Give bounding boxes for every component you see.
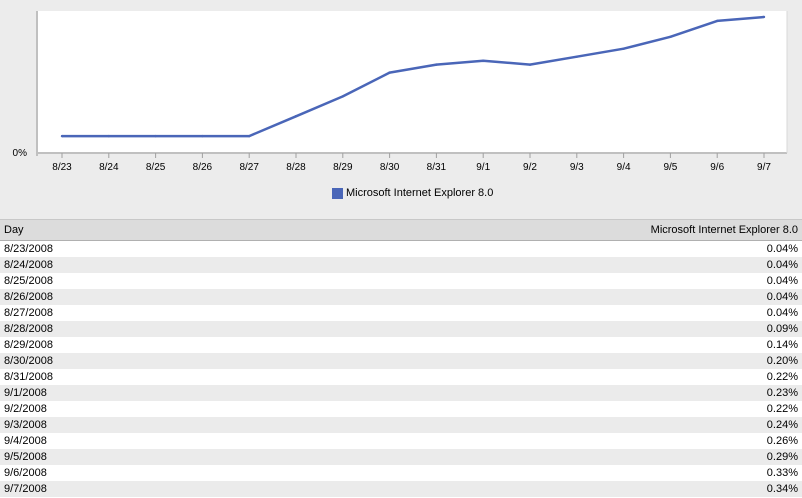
table-cell-value: 0.22%: [401, 401, 802, 417]
table-cell-day: 8/24/2008: [0, 257, 401, 273]
x-tick-label: 9/6: [710, 162, 724, 173]
data-point: [762, 15, 766, 19]
data-point: [60, 134, 64, 138]
data-point: [201, 134, 204, 138]
table-row: 9/3/2008 0.24%: [0, 417, 802, 433]
table-cell-day: 9/4/2008: [0, 433, 401, 449]
table-cell-day: 8/27/2008: [0, 305, 401, 321]
data-point: [669, 35, 672, 39]
table-cell-day: 8/31/2008: [0, 369, 401, 385]
table-row: 8/27/2008 0.04%: [0, 305, 802, 321]
table-cell-day: 9/1/2008: [0, 385, 401, 401]
table-cell-day: 9/7/2008: [0, 481, 401, 497]
table-cell-day: 8/23/2008: [0, 240, 401, 257]
data-point: [528, 63, 532, 66]
legend-swatch: [332, 187, 343, 199]
table-row: 9/7/2008 0.34%: [0, 481, 802, 497]
table-cell-day: 8/28/2008: [0, 321, 401, 337]
x-tick-label: 8/29: [333, 162, 353, 173]
x-tick-label: 8/28: [286, 162, 306, 173]
x-tick-label: 8/23: [52, 162, 72, 173]
plot-area: [37, 11, 787, 152]
table-cell-value: 0.33%: [401, 465, 802, 481]
data-point: [575, 55, 578, 58]
table-cell-value: 0.04%: [401, 305, 802, 321]
table-cell-day: 8/29/2008: [0, 337, 401, 353]
table-row: 8/26/2008 0.04%: [0, 289, 802, 305]
table-cell-value: 0.04%: [401, 273, 802, 289]
table-row: 8/30/2008 0.20%: [0, 353, 802, 369]
table-cell-day: 8/30/2008: [0, 353, 401, 369]
data-point: [482, 59, 485, 62]
x-tick-label: 9/7: [757, 162, 771, 173]
x-tick-label: 9/2: [523, 162, 537, 173]
x-tick-label: 9/4: [617, 162, 631, 173]
data-table: Day Microsoft Internet Explorer 8.0 8/23…: [0, 220, 802, 497]
table-cell-value: 0.24%: [401, 417, 802, 433]
table-row: 8/29/2008 0.14%: [0, 337, 802, 353]
table-row: 8/23/2008 0.04%: [0, 240, 802, 257]
table-cell-value: 0.22%: [401, 369, 802, 385]
x-tick-label: 9/5: [663, 162, 677, 173]
table-cell-value: 0.26%: [401, 433, 802, 449]
table-row: 8/25/2008 0.04%: [0, 273, 802, 289]
table-row: 8/31/2008 0.22%: [0, 369, 802, 385]
x-tick-label: 8/24: [99, 162, 119, 173]
table-cell-day: 9/2/2008: [0, 401, 401, 417]
table-row: 9/4/2008 0.26%: [0, 433, 802, 449]
table-row: 9/2/2008 0.22%: [0, 401, 802, 417]
x-tick-label: 8/27: [239, 162, 259, 173]
data-point: [341, 95, 344, 98]
table-cell-day: 8/26/2008: [0, 289, 401, 305]
table-row: 9/5/2008 0.29%: [0, 449, 802, 465]
data-point: [716, 19, 719, 23]
x-tick-label: 9/1: [476, 162, 490, 173]
table-row: 9/1/2008 0.23%: [0, 385, 802, 401]
data-point: [622, 47, 625, 50]
table-cell-day: 9/6/2008: [0, 465, 401, 481]
column-header-day[interactable]: Day: [0, 220, 401, 241]
data-point: [154, 134, 157, 138]
data-point: [248, 134, 251, 138]
table-cell-value: 0.09%: [401, 321, 802, 337]
table-cell-value: 0.04%: [401, 240, 802, 257]
data-point: [435, 63, 438, 66]
legend-label: Microsoft Internet Explorer 8.0: [346, 187, 494, 199]
data-point: [107, 134, 111, 138]
chart-panel: 0% 8/23 8/24 8/25 8/26 8/27 8/28 8/29 8/30 8/31 9/…: [0, 0, 802, 220]
table-cell-value: 0.14%: [401, 337, 802, 353]
table-cell-value: 0.20%: [401, 353, 802, 369]
x-tick-label: 8/30: [380, 162, 400, 173]
x-tick-label: 8/31: [427, 162, 447, 173]
table-cell-day: 9/5/2008: [0, 449, 401, 465]
data-point: [294, 115, 298, 118]
table-cell-value: 0.04%: [401, 257, 802, 273]
column-header-value[interactable]: Microsoft Internet Explorer 8.0: [401, 220, 802, 241]
y-tick-label: 0%: [13, 148, 28, 159]
data-point: [388, 71, 391, 74]
table-header-row: Day Microsoft Internet Explorer 8.0: [0, 220, 802, 241]
x-tick-label: 9/3: [570, 162, 584, 173]
x-tick-label: 8/25: [146, 162, 166, 173]
table-cell-value: 0.23%: [401, 385, 802, 401]
table-cell-value: 0.04%: [401, 289, 802, 305]
table-cell-day: 8/25/2008: [0, 273, 401, 289]
table-row: 8/28/2008 0.09%: [0, 321, 802, 337]
chart-legend: Microsoft Internet Explorer 8.0: [332, 185, 493, 201]
table-cell-value: 0.34%: [401, 481, 802, 497]
table-row: 9/6/2008 0.33%: [0, 465, 802, 481]
table-cell-value: 0.29%: [401, 449, 802, 465]
table-row: 8/24/2008 0.04%: [0, 257, 802, 273]
table-cell-day: 9/3/2008: [0, 417, 401, 433]
x-tick-label: 8/26: [193, 162, 213, 173]
